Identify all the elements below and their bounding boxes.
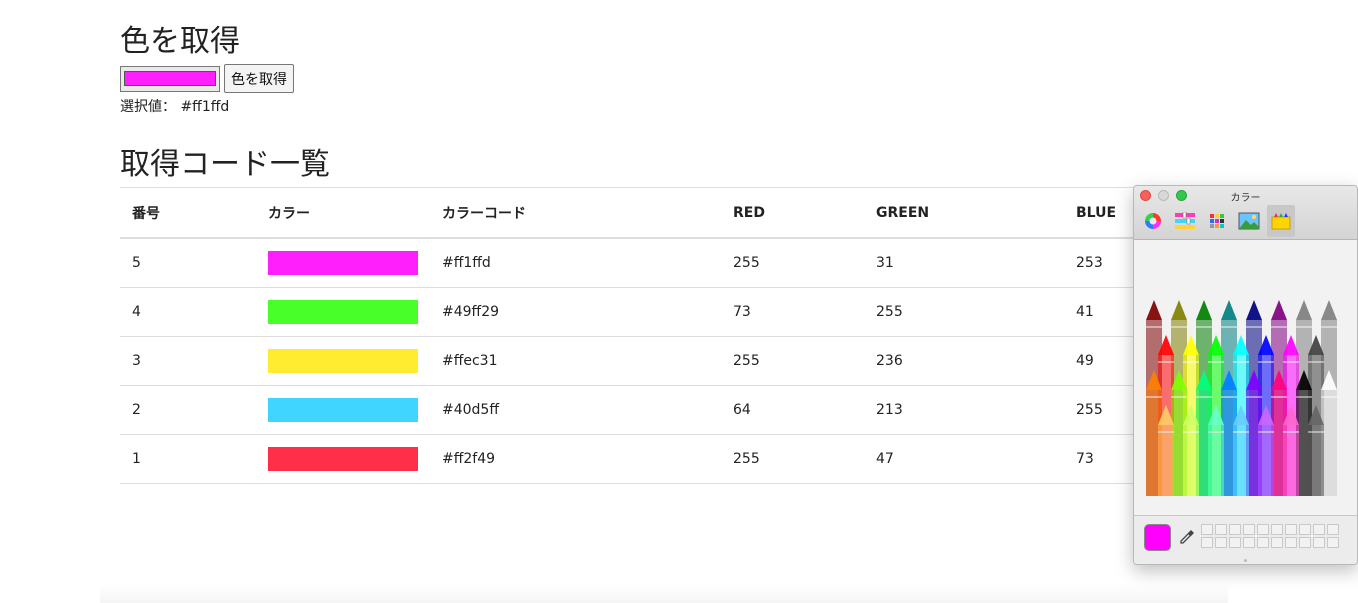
cell-number: 4	[120, 287, 256, 337]
tab-pencils[interactable]	[1267, 205, 1295, 237]
cell-color	[256, 287, 430, 337]
list-title: 取得コード一覧	[120, 147, 330, 182]
tab-sliders[interactable]	[1171, 205, 1199, 237]
favorite-swatch-slot[interactable]	[1327, 537, 1339, 548]
page-title: 色を取得	[120, 24, 240, 59]
cell-hex: #ff2f49	[430, 434, 721, 484]
page-bottom-edge	[100, 583, 1228, 603]
cell-number: 2	[120, 385, 256, 435]
favorite-swatch-slot[interactable]	[1271, 537, 1283, 548]
favorite-swatch-slot[interactable]	[1313, 524, 1325, 535]
favorite-swatch-slot[interactable]	[1257, 537, 1269, 548]
color-swatch-bar	[268, 300, 418, 324]
favorite-swatch-slot[interactable]	[1299, 524, 1311, 535]
cell-green: 47	[864, 434, 1064, 484]
table-row: 1 #ff2f49 255 47 73	[120, 434, 1200, 484]
cell-red: 255	[721, 238, 864, 288]
cell-color	[256, 385, 430, 435]
get-color-button[interactable]: 色を取得	[224, 64, 294, 93]
color-panel-toolbar: カラー	[1134, 186, 1357, 240]
table-header-row: 番号 カラー カラーコード RED GREEN BLUE	[120, 187, 1200, 239]
color-swatch-bar	[268, 349, 418, 373]
palettes-icon	[1210, 214, 1224, 228]
favorite-swatch-slot[interactable]	[1257, 524, 1269, 535]
favorite-swatch-slot[interactable]	[1215, 524, 1227, 535]
cell-number: 3	[120, 336, 256, 386]
crayon-picker-area	[1134, 240, 1357, 515]
favorite-swatch-slot[interactable]	[1201, 524, 1213, 535]
cell-red: 73	[721, 287, 864, 337]
favorite-swatch-slot[interactable]	[1229, 524, 1241, 535]
header-color-code: カラーコード	[430, 187, 721, 239]
header-green: GREEN	[864, 187, 1064, 239]
crayon-box	[1146, 300, 1337, 496]
color-input[interactable]	[120, 65, 220, 92]
selected-value-line: 選択値： #ff1ffd	[120, 96, 229, 116]
cell-red: 255	[721, 336, 864, 386]
resize-handle[interactable]	[1244, 559, 1247, 562]
favorite-swatch-slot[interactable]	[1243, 537, 1255, 548]
cell-number: 5	[120, 238, 256, 288]
color-input-swatch	[124, 71, 216, 86]
pencils-icon	[1271, 213, 1291, 230]
favorite-swatch-slot[interactable]	[1271, 524, 1283, 535]
cell-color	[256, 238, 430, 288]
color-swatch-bar	[268, 251, 418, 275]
color-codes-table: 番号 カラー カラーコード RED GREEN BLUE 5 #ff1ffd 255…	[120, 187, 1200, 484]
color-panel-tabs	[1139, 205, 1295, 237]
eyedropper-icon[interactable]	[1179, 529, 1195, 545]
sliders-icon	[1175, 212, 1195, 229]
color-panel-footer	[1134, 515, 1357, 564]
current-color-well[interactable]	[1144, 524, 1171, 551]
header-number: 番号	[120, 187, 256, 239]
cell-hex: #ffec31	[430, 336, 721, 386]
selected-value: #ff1ffd	[180, 99, 230, 115]
color-swatch-bar	[268, 447, 418, 471]
color-picker-row: 色を取得	[120, 64, 294, 93]
cell-color	[256, 336, 430, 386]
header-color: カラー	[256, 187, 430, 239]
favorite-swatch-slot[interactable]	[1215, 537, 1227, 548]
favorite-swatch-slot[interactable]	[1313, 537, 1325, 548]
header-red: RED	[721, 187, 864, 239]
cell-green: 255	[864, 287, 1064, 337]
favorite-swatch-slot[interactable]	[1229, 537, 1241, 548]
favorite-swatch-slot[interactable]	[1327, 524, 1339, 535]
tab-color-wheel[interactable]	[1139, 205, 1167, 237]
cell-red: 255	[721, 434, 864, 484]
color-panel-title: カラー	[1230, 193, 1261, 204]
cell-hex: #49ff29	[430, 287, 721, 337]
table-row: 3 #ffec31 255 236 49	[120, 336, 1200, 386]
color-swatch-bar	[268, 398, 418, 422]
table-row: 4 #49ff29 73 255 41	[120, 287, 1200, 337]
cell-green: 31	[864, 238, 1064, 288]
color-wheel-icon	[1145, 213, 1161, 229]
favorite-swatch-slot[interactable]	[1243, 524, 1255, 535]
favorite-swatch-slot[interactable]	[1285, 524, 1297, 535]
table-row: 5 #ff1ffd 255 31 253	[120, 238, 1200, 288]
cell-number: 1	[120, 434, 256, 484]
cell-green: 236	[864, 336, 1064, 386]
cell-red: 64	[721, 385, 864, 435]
favorite-swatch-slot[interactable]	[1299, 537, 1311, 548]
favorite-swatch-slot[interactable]	[1201, 537, 1213, 548]
tab-palettes[interactable]	[1203, 205, 1231, 237]
cell-green: 213	[864, 385, 1064, 435]
cell-color	[256, 434, 430, 484]
selected-label: 選択値：	[120, 99, 176, 115]
color-panel-window: カラー	[1133, 185, 1358, 565]
table-row: 2 #40d5ff 64 213 255	[120, 385, 1200, 435]
favorite-swatches	[1201, 524, 1339, 548]
image-palettes-icon	[1238, 212, 1260, 230]
favorite-swatch-slot[interactable]	[1285, 537, 1297, 548]
cell-hex: #40d5ff	[430, 385, 721, 435]
cell-hex: #ff1ffd	[430, 238, 721, 288]
tab-image-palettes[interactable]	[1235, 205, 1263, 237]
